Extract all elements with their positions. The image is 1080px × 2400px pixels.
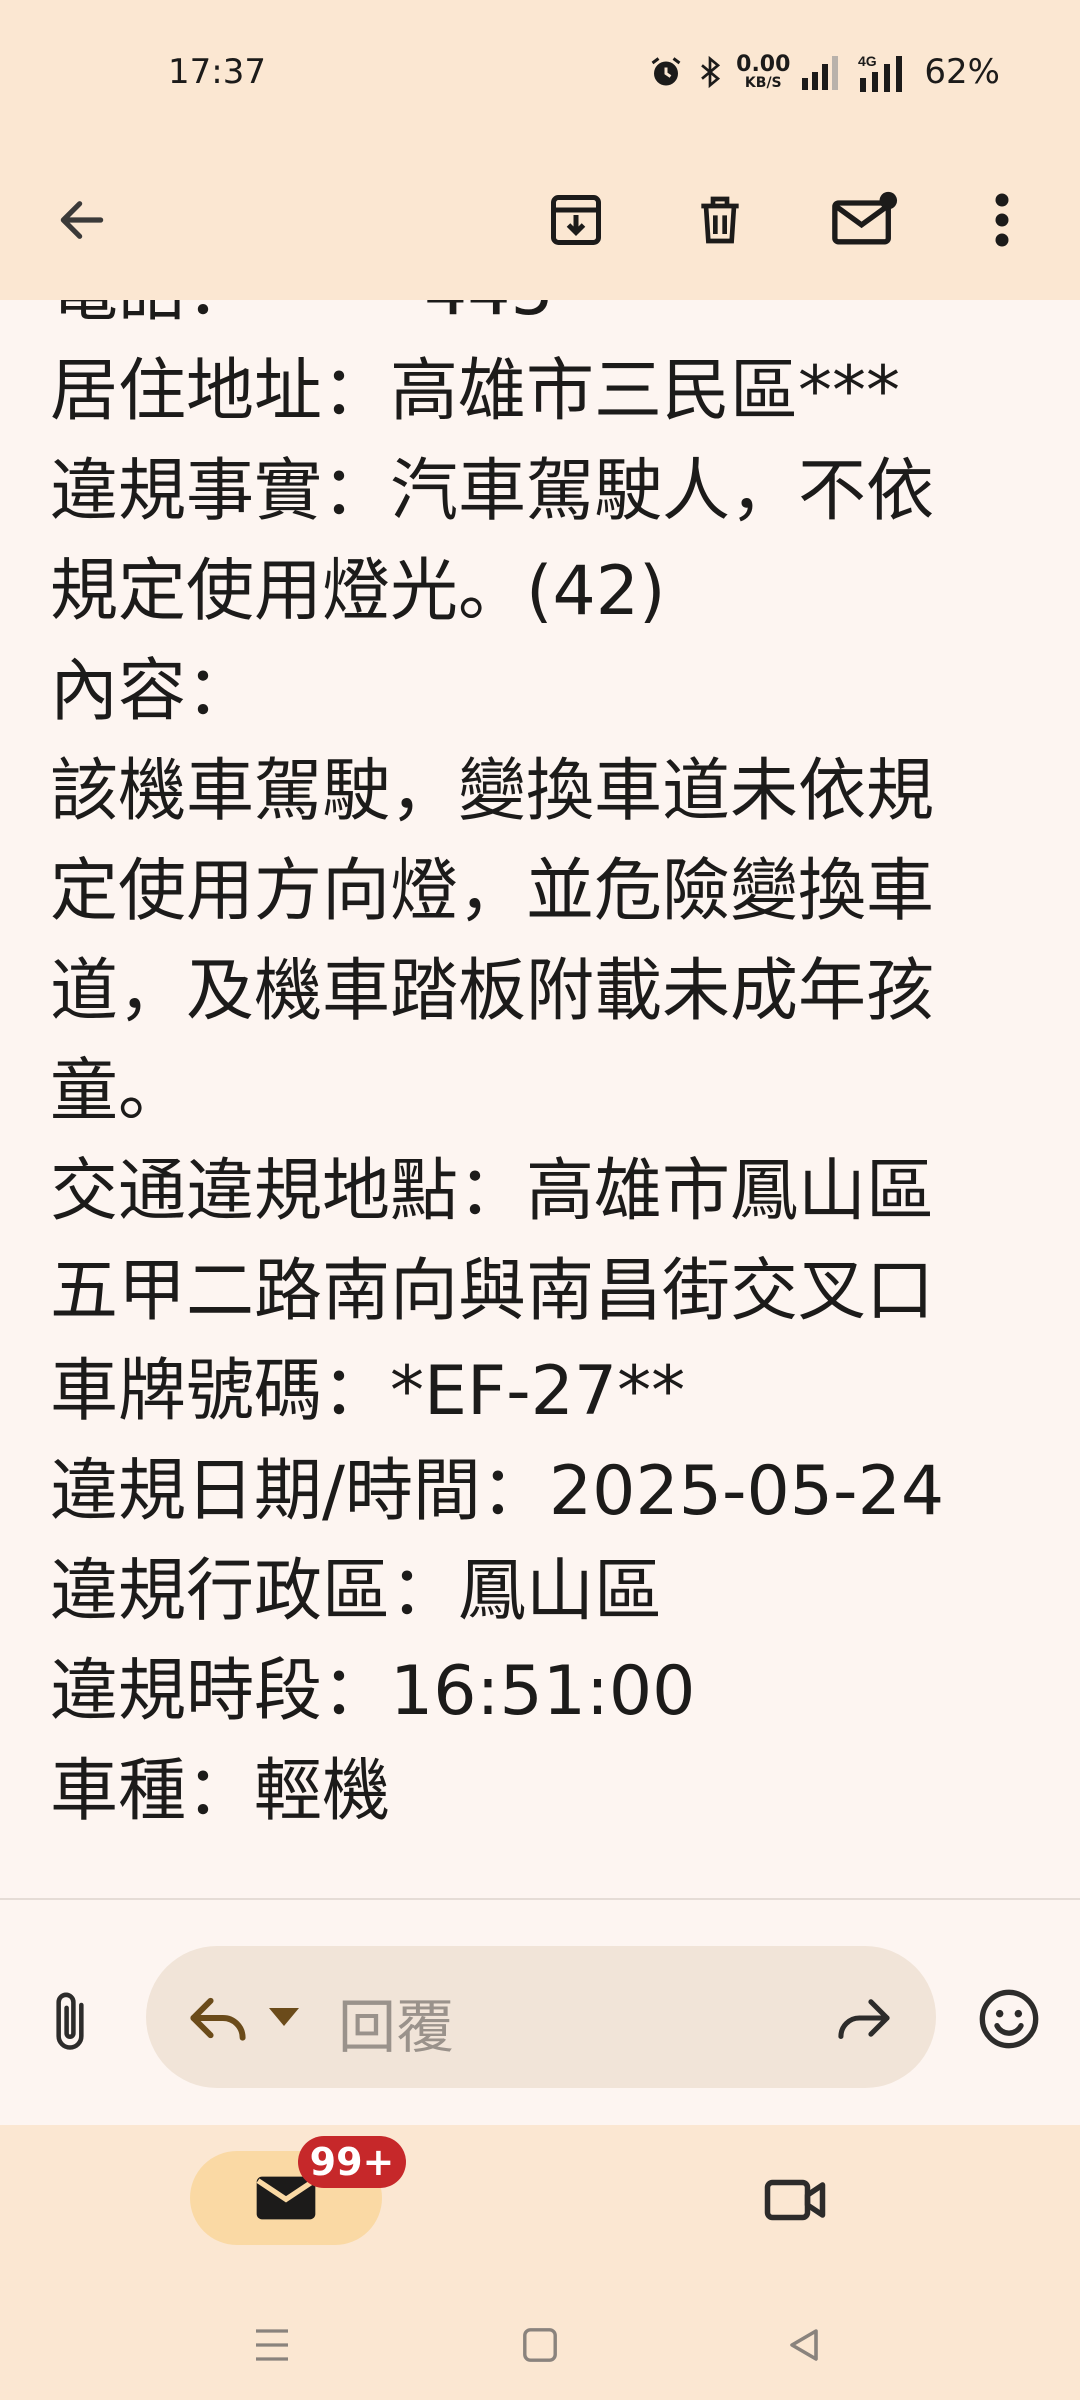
reply-placeholder: 回覆 xyxy=(338,1993,455,2061)
message-line: 該機車駕駛，變換車道未依規 xyxy=(50,752,935,831)
message-line: 規定使用燈光。(42) xyxy=(50,552,666,631)
reply-button[interactable] xyxy=(182,1982,254,2054)
recents-icon xyxy=(256,2329,288,2361)
reply-type-dropdown[interactable] xyxy=(264,2002,304,2032)
forward-icon xyxy=(838,1999,890,2039)
message-line: 五甲二路南向與南昌街交叉口 xyxy=(50,1252,935,1331)
mail-unread-icon xyxy=(832,191,898,245)
battery-percent: 62% xyxy=(924,52,1000,92)
signal-icon xyxy=(800,54,844,90)
home-icon xyxy=(523,2328,557,2362)
system-home-button[interactable] xyxy=(508,2315,572,2375)
reply-icon xyxy=(190,1997,246,2041)
system-recents-button[interactable] xyxy=(240,2317,304,2373)
delete-button[interactable] xyxy=(672,172,768,268)
message-line: 居住地址：高雄市三民區*** xyxy=(50,352,901,431)
reply-compose-field[interactable]: 回覆 xyxy=(146,1946,936,2088)
message-line: 道，及機車踏板附載未成年孩 xyxy=(50,952,935,1031)
message-line: 違規日期/時間：2025-05-24 xyxy=(50,1452,945,1531)
status-icons: 0.00 KB/S 4G 62% xyxy=(648,44,1000,100)
more-options-button[interactable] xyxy=(954,172,1050,268)
forward-button[interactable] xyxy=(828,1982,900,2054)
signal-4g-icon: 4G xyxy=(854,52,914,92)
emoji-button[interactable] xyxy=(966,1976,1052,2062)
net-speed: 0.00 KB/S xyxy=(736,52,791,91)
archive-icon xyxy=(551,195,601,245)
message-line: 違規行政區：鳳山區 xyxy=(50,1552,663,1631)
message-line: 交通違規地點：高雄市鳳山區 xyxy=(50,1152,935,1231)
status-bar: 17:37 0.00 KB/S 4G 62% xyxy=(0,0,1080,140)
svg-text:4G: 4G xyxy=(858,53,877,69)
system-back-icon xyxy=(790,2329,818,2361)
reply-bar: 回覆 xyxy=(0,1900,1080,2125)
message-line: 車牌號碼：*EF-27** xyxy=(50,1352,686,1431)
smiley-icon xyxy=(979,1989,1039,2049)
paperclip-icon xyxy=(56,1992,84,2050)
bottom-navigation: 99+ xyxy=(0,2125,1080,2400)
message-text: 電話： 445 居住地址：高雄市三民區*** 違規事實：汽車駕駛人，不依 規定使… xyxy=(50,300,944,1842)
alarm-icon xyxy=(648,54,684,90)
message-line: 童。 xyxy=(50,1052,187,1131)
nav-meet-tab[interactable] xyxy=(750,2155,840,2245)
top-app-bar xyxy=(0,140,1080,300)
attach-button[interactable] xyxy=(30,1982,110,2062)
message-line: 電話： 445 xyxy=(50,300,944,342)
mark-unread-button[interactable] xyxy=(816,172,912,268)
message-line: 定使用方向燈，並危險變換車 xyxy=(50,852,935,931)
message-body: 電話： 445 居住地址：高雄市三民區*** 違規事實：汽車駕駛人，不依 規定使… xyxy=(0,300,1080,1900)
system-back-button[interactable] xyxy=(772,2315,836,2375)
message-line: 車種：輕機 xyxy=(50,1752,391,1831)
archive-button[interactable] xyxy=(528,172,624,268)
caret-down-icon xyxy=(269,2008,299,2026)
trash-icon xyxy=(701,196,739,244)
message-line: 違規事實：汽車駕駛人，不依 xyxy=(50,452,935,531)
status-time: 17:37 xyxy=(168,52,266,92)
message-line: 違規時段：16:51:00 xyxy=(50,1652,696,1731)
video-icon xyxy=(764,2179,826,2221)
unread-count-badge: 99+ xyxy=(298,2136,406,2188)
arrow-left-icon xyxy=(60,201,104,239)
more-vertical-icon xyxy=(995,193,1009,247)
message-line: 內容： xyxy=(50,652,255,731)
back-button[interactable] xyxy=(34,172,130,268)
bluetooth-icon xyxy=(694,54,726,90)
